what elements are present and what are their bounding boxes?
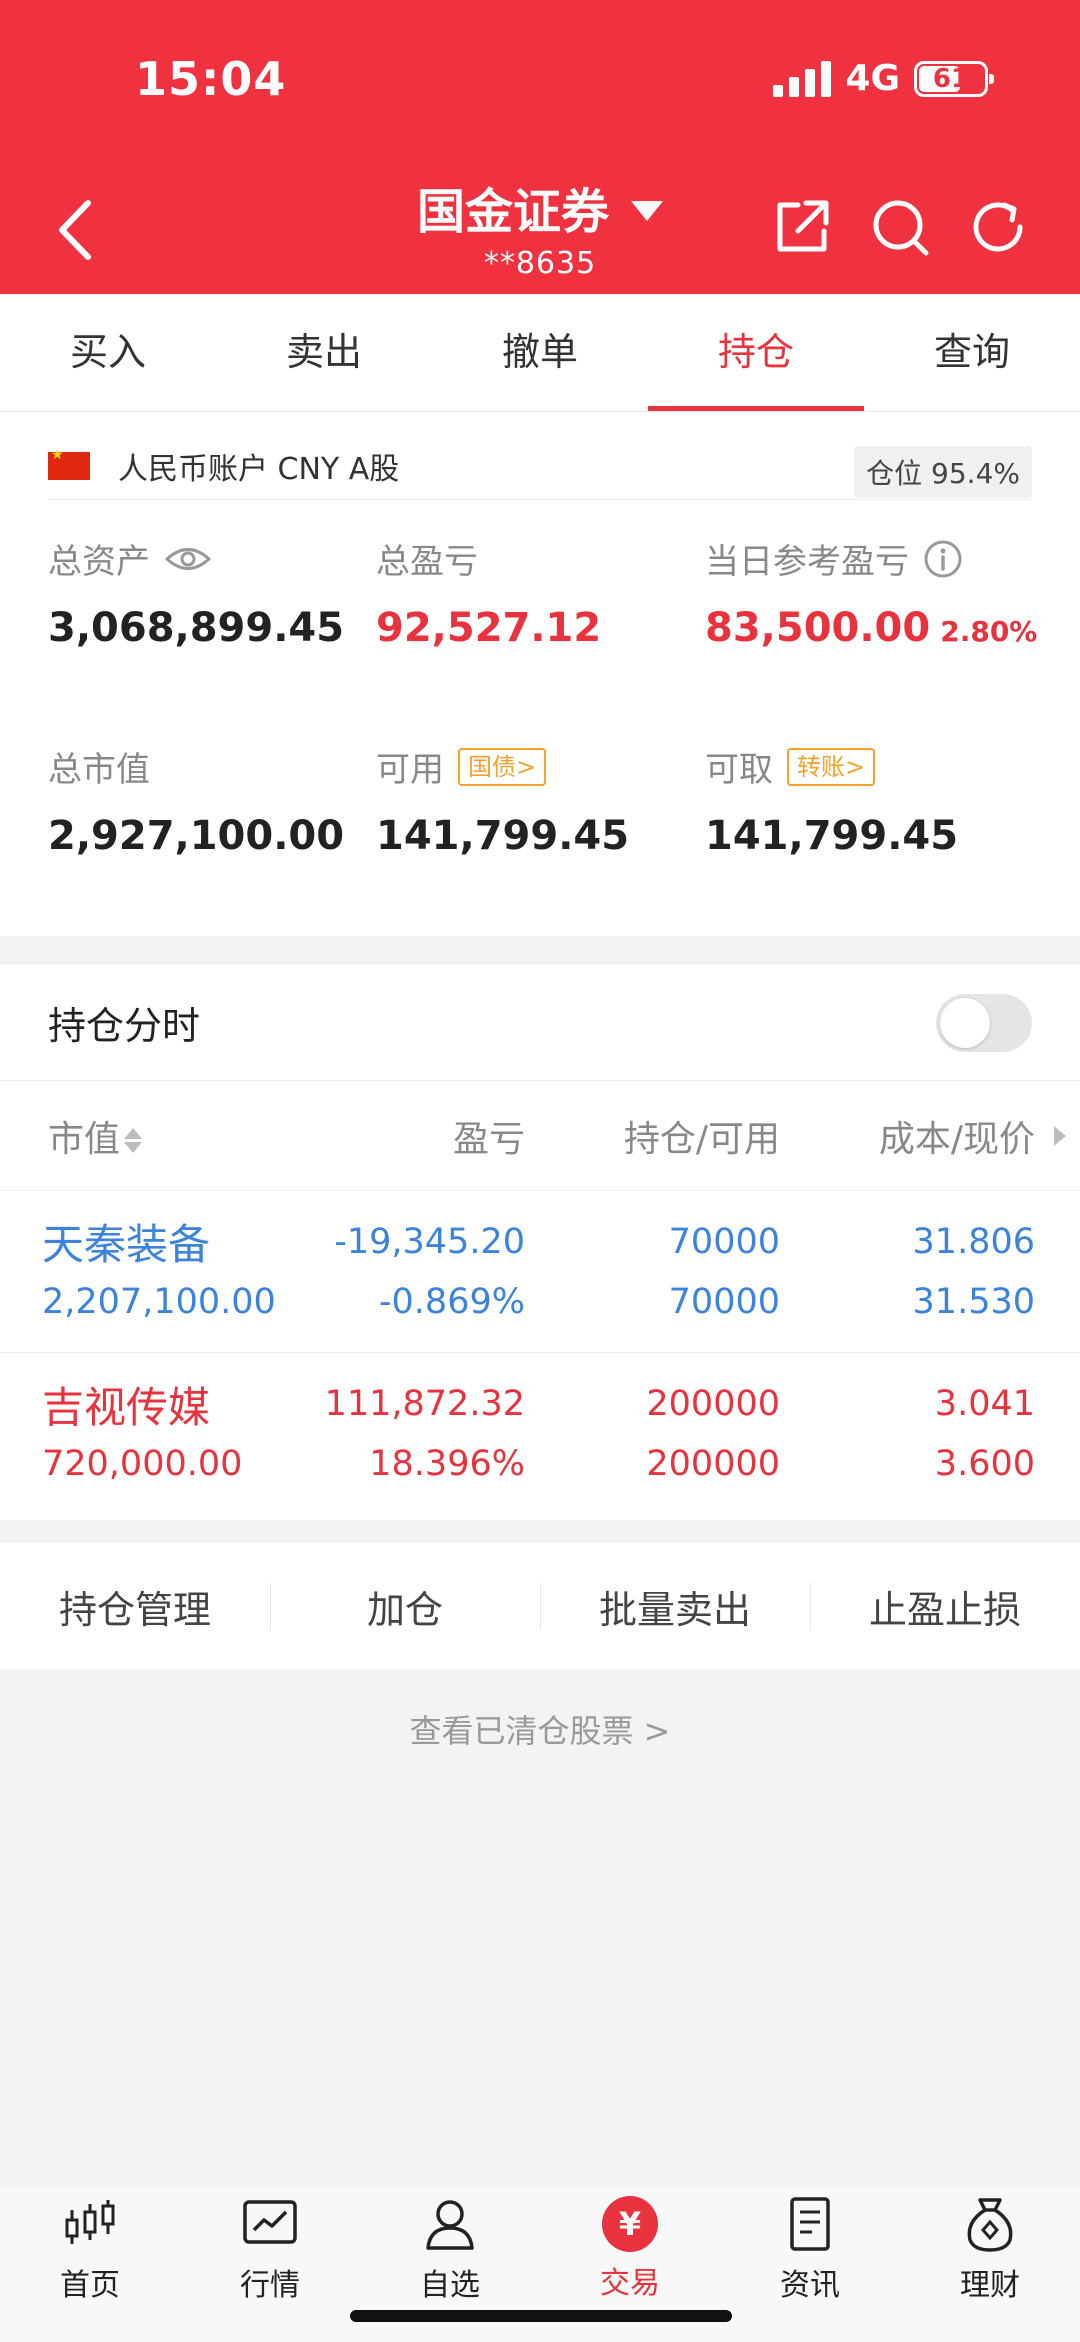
tabbar-home-label: 首页 bbox=[60, 2268, 120, 2303]
money-bag-icon bbox=[967, 2198, 1013, 2252]
intraday-toggle-row: 持仓分时 bbox=[0, 965, 1080, 1081]
withdrawable-value: 141,799.45 bbox=[705, 813, 959, 859]
total-assets-value: 3,068,899.45 bbox=[48, 605, 345, 651]
stock-price: 31.530 bbox=[912, 1281, 1035, 1322]
chart-icon bbox=[243, 2200, 297, 2244]
daily-pnl: 当日参考盈亏 83,500.00 2.80% bbox=[705, 534, 1037, 651]
refresh-icon[interactable] bbox=[966, 195, 1030, 259]
table-row[interactable]: 吉视传媒 111,872.32 200000 3.041 720,000.00 … bbox=[0, 1353, 1080, 1515]
tabbar-wealth[interactable]: 理财 bbox=[900, 2186, 1080, 2342]
add-position-button[interactable]: 加仓 bbox=[270, 1579, 540, 1634]
battery-icon: 61 bbox=[914, 60, 994, 97]
stock-pnl: -19,345.20 bbox=[334, 1221, 525, 1262]
stock-pnl: 111,872.32 bbox=[324, 1384, 525, 1424]
stock-available: 70000 bbox=[668, 1281, 780, 1322]
status-time: 15:04 bbox=[135, 52, 287, 106]
daily-pnl-value: 83,500.00 bbox=[705, 605, 931, 651]
position-ratio-badge: 仓位 95.4% bbox=[854, 446, 1032, 498]
tabbar-wealth-label: 理财 bbox=[960, 2268, 1020, 2303]
stock-pnl-percent: -0.869% bbox=[378, 1281, 525, 1322]
stock-market-value: 720,000.00 bbox=[42, 1444, 243, 1484]
stock-available: 200000 bbox=[646, 1444, 780, 1484]
total-pnl-label: 总盈亏 bbox=[376, 542, 478, 582]
total-assets: 总资产 3,068,899.45 bbox=[48, 534, 344, 651]
stock-name: 天秦装备 bbox=[42, 1220, 211, 1269]
trade-tabs: 买入 卖出 撤单 持仓 查询 bbox=[0, 294, 1080, 412]
batch-sell-button[interactable]: 批量卖出 bbox=[540, 1579, 810, 1634]
tab-query[interactable]: 查询 bbox=[864, 294, 1080, 411]
total-pnl: 总盈亏 92,527.12 bbox=[376, 534, 601, 651]
holdings-table-header: 市值 盈亏 持仓/可用 成本/现价 bbox=[0, 1081, 1080, 1191]
tabbar-watchlist-label: 自选 bbox=[420, 2268, 480, 2303]
manage-holdings-button[interactable]: 持仓管理 bbox=[0, 1579, 270, 1634]
share-icon[interactable] bbox=[770, 195, 834, 259]
scroll-right-icon[interactable] bbox=[1054, 1126, 1066, 1146]
total-assets-label: 总资产 bbox=[48, 542, 150, 582]
tab-buy[interactable]: 买入 bbox=[0, 294, 216, 411]
stock-position: 200000 bbox=[646, 1384, 780, 1424]
battery-level: 61 bbox=[932, 63, 970, 94]
stock-cost: 31.806 bbox=[912, 1221, 1035, 1262]
tab-sell[interactable]: 卖出 bbox=[216, 294, 432, 411]
column-pnl: 盈亏 bbox=[452, 1118, 525, 1160]
sort-icon bbox=[124, 1128, 143, 1153]
daily-pnl-label: 当日参考盈亏 bbox=[705, 542, 909, 582]
tabbar-trade-label: 交易 bbox=[600, 2266, 660, 2301]
candlestick-icon bbox=[65, 2200, 115, 2244]
info-icon[interactable] bbox=[923, 539, 963, 579]
column-position: 持仓/可用 bbox=[623, 1118, 780, 1160]
yuan-icon: ¥ bbox=[602, 2196, 658, 2252]
stock-position: 70000 bbox=[668, 1221, 780, 1262]
column-market-value-label: 市值 bbox=[48, 1118, 121, 1160]
eye-icon[interactable] bbox=[164, 544, 212, 574]
status-indicators: 4G 61 bbox=[773, 58, 994, 99]
search-icon[interactable] bbox=[868, 195, 932, 259]
column-market-value[interactable]: 市值 bbox=[0, 1110, 310, 1162]
document-icon bbox=[790, 2197, 830, 2251]
stock-market-value: 2,207,100.00 bbox=[42, 1281, 276, 1322]
table-row[interactable]: 天秦装备 -19,345.20 70000 31.806 2,207,100.0… bbox=[0, 1191, 1080, 1353]
intraday-toggle-label: 持仓分时 bbox=[48, 1004, 201, 1048]
stock-cost: 3.041 bbox=[934, 1384, 1035, 1424]
tabbar-news-label: 资讯 bbox=[780, 2268, 840, 2303]
asset-summary-card: 人民币账户 CNY A股 仓位 95.4% 总资产 3,068,899.45 总… bbox=[0, 412, 1080, 936]
transfer-link[interactable]: 转账> bbox=[787, 747, 876, 786]
dropdown-triangle-icon bbox=[631, 201, 663, 221]
account-bar: 人民币账户 CNY A股 仓位 95.4% bbox=[48, 432, 1032, 500]
page-title: 国金证券 bbox=[416, 184, 609, 240]
tab-holdings[interactable]: 持仓 bbox=[648, 294, 864, 411]
take-profit-stop-loss-button[interactable]: 止盈止损 bbox=[810, 1579, 1080, 1634]
tabbar-market-label: 行情 bbox=[240, 2268, 300, 2303]
market-value: 总市值 2,927,100.00 bbox=[48, 742, 344, 859]
intraday-toggle-switch[interactable] bbox=[936, 993, 1032, 1052]
available-funds: 可用 国债> 141,799.45 bbox=[376, 742, 629, 859]
available-value: 141,799.45 bbox=[376, 813, 630, 859]
tabbar-market[interactable]: 行情 bbox=[180, 2186, 360, 2342]
stock-price: 3.600 bbox=[934, 1444, 1035, 1484]
available-label: 可用 bbox=[376, 750, 444, 790]
market-value-label: 总市值 bbox=[48, 750, 150, 790]
daily-pnl-percent: 2.80% bbox=[940, 615, 1038, 648]
stock-pnl-percent: 18.396% bbox=[369, 1444, 525, 1484]
withdrawable-label: 可取 bbox=[705, 750, 773, 790]
stock-name: 吉视传媒 bbox=[42, 1382, 211, 1432]
account-type-label: 人民币账户 CNY A股 bbox=[118, 451, 400, 487]
total-pnl-value: 92,527.12 bbox=[376, 605, 602, 651]
tabbar-home[interactable]: 首页 bbox=[0, 2186, 180, 2342]
person-icon bbox=[426, 2200, 474, 2250]
app-header: 15:04 4G 61 国金证券 **8635 bbox=[0, 0, 1080, 294]
tab-cancel-order[interactable]: 撤单 bbox=[432, 294, 648, 411]
tabbar-news[interactable]: 资讯 bbox=[720, 2186, 900, 2342]
signal-icon bbox=[773, 60, 832, 97]
view-cleared-stocks-link[interactable]: 查看已清仓股票 > bbox=[0, 1706, 1080, 1752]
network-type: 4G bbox=[845, 58, 900, 99]
treasury-bond-link[interactable]: 国债> bbox=[458, 747, 547, 786]
home-indicator bbox=[350, 2310, 732, 2322]
holdings-section: 持仓分时 市值 盈亏 持仓/可用 成本/现价 天秦装备 -19,345.20 7… bbox=[0, 965, 1080, 1520]
china-flag-icon bbox=[48, 447, 90, 480]
holdings-action-bar: 持仓管理 加仓 批量卖出 止盈止损 bbox=[0, 1543, 1080, 1669]
withdrawable-funds: 可取 转账> 141,799.45 bbox=[705, 742, 958, 859]
market-value-value: 2,927,100.00 bbox=[48, 813, 345, 859]
column-cost-price: 成本/现价 bbox=[878, 1118, 1035, 1160]
